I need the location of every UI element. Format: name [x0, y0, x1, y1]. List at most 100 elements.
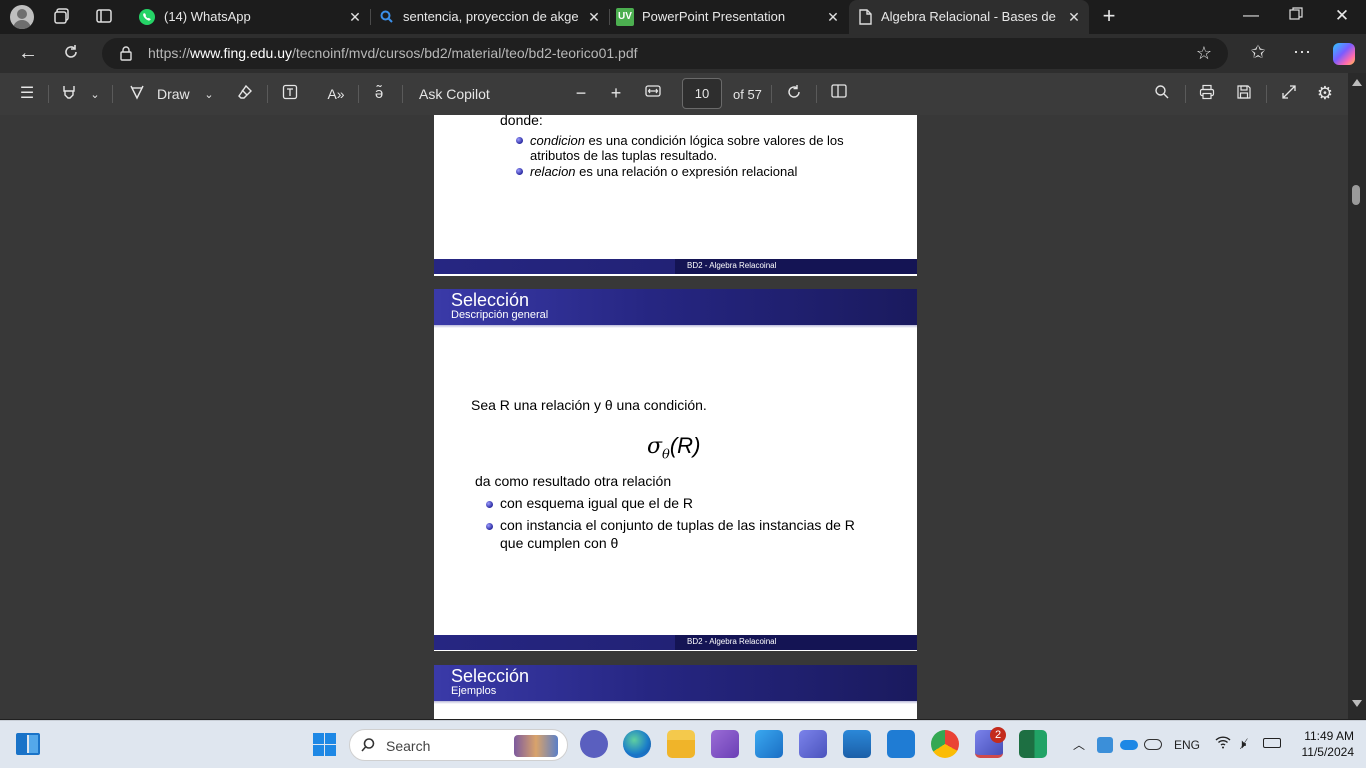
minimize-icon[interactable]: — [1241, 6, 1261, 26]
scroll-up-arrow-icon[interactable] [1352, 79, 1362, 86]
profile-avatar[interactable] [10, 5, 34, 29]
widgets-icon[interactable] [16, 733, 40, 755]
print-icon[interactable] [1197, 84, 1217, 106]
tab-powerpoint[interactable]: UV PowerPoint Presentation ✕ [610, 0, 848, 34]
close-window-icon[interactable]: ✕ [1332, 6, 1352, 26]
tab-label: sentencia, proyeccion de akgebra [403, 9, 579, 24]
clock-time: 11:49 AM [1304, 729, 1354, 743]
settings-gear-icon[interactable]: ⚙ [1315, 83, 1335, 103]
battery-icon[interactable] [1263, 738, 1281, 748]
page-view-icon[interactable] [829, 84, 849, 104]
tab-algebra-relacional[interactable]: Algebra Relacional - Bases de Dat ✕ [849, 0, 1089, 34]
tab-label: PowerPoint Presentation [642, 9, 786, 24]
highlight-icon[interactable] [59, 84, 79, 106]
cloud-icon[interactable] [1144, 739, 1162, 750]
tab-label: (14) WhatsApp [164, 9, 251, 24]
copilot-icon[interactable] [1333, 43, 1355, 65]
text-box-icon[interactable] [280, 84, 300, 106]
more-options-icon[interactable]: ⋯ [1291, 42, 1313, 62]
bullet-icon [486, 523, 493, 530]
draw-label[interactable]: Draw [157, 86, 190, 102]
refresh-icon[interactable] [61, 43, 81, 67]
volume-muted-icon[interactable]: 🕨̸ [1238, 736, 1246, 752]
tab-actions-icon[interactable] [94, 7, 114, 31]
favorite-star-icon[interactable]: ☆ [1194, 43, 1214, 63]
store-icon[interactable] [843, 730, 871, 758]
teams-icon[interactable] [799, 730, 827, 758]
tab-search[interactable]: sentencia, proyeccion de akgebra ✕ [371, 0, 609, 34]
restore-icon[interactable] [1286, 7, 1306, 27]
translate-icon[interactable]: ə̃ [368, 84, 390, 104]
onedrive-icon[interactable] [1120, 740, 1138, 750]
slide-text: con esquema igual que el de R [500, 495, 694, 511]
edge-browser-icon[interactable] [623, 730, 651, 758]
slide-footer: BD2 - Algebra Relacoinal [434, 635, 917, 650]
pdf-viewer: donde: condicion es una condición lógica… [0, 115, 1366, 719]
fullscreen-icon[interactable] [1279, 84, 1299, 106]
find-icon[interactable] [1152, 84, 1172, 106]
chrome-icon[interactable] [931, 730, 959, 758]
page-number-input[interactable]: 10 [682, 78, 722, 109]
slide-header: Selección Descripción general [434, 289, 917, 325]
zoom-in-icon[interactable]: + [606, 83, 626, 103]
search-placeholder: Search [386, 738, 431, 754]
clock[interactable]: 11:49 AM 11/5/2024 [1290, 728, 1355, 760]
language-indicator[interactable]: ENG [1174, 738, 1200, 752]
slide-subtitle: Descripción general [451, 309, 549, 321]
page-count: of 57 [733, 87, 762, 102]
notification-badge: 2 [990, 727, 1006, 743]
close-icon[interactable]: ✕ [1067, 9, 1081, 25]
url-field[interactable]: https://www.fing.edu.uy/tecnoinf/mvd/cur… [102, 38, 1228, 69]
uv-icon: UV [616, 8, 634, 26]
formula: σθ(R) [647, 433, 701, 463]
back-icon[interactable]: ← [18, 43, 38, 63]
clock-date: 11/5/2024 [1301, 745, 1355, 759]
close-icon[interactable]: ✕ [348, 9, 362, 25]
pdf-scrollbar[interactable] [1348, 73, 1366, 719]
fit-page-icon[interactable] [643, 84, 663, 104]
vscode-icon[interactable] [755, 730, 783, 758]
slide-text: relacion es una relación o expresión rel… [530, 164, 798, 179]
favorites-icon[interactable]: ✩ [1247, 42, 1269, 62]
slide-text: que cumplen con θ [500, 535, 619, 551]
lock-icon[interactable] [119, 46, 133, 61]
close-icon[interactable]: ✕ [587, 9, 601, 25]
pdf-page: Selección Descripción general Sea R una … [434, 289, 917, 651]
slide-text: condicion es una condición lógica sobre … [530, 133, 844, 148]
zoom-out-icon[interactable]: − [571, 83, 591, 103]
workspaces-icon[interactable] [52, 7, 72, 31]
close-icon[interactable]: ✕ [826, 9, 840, 25]
slide-text: da como resultado otra relación [475, 473, 672, 489]
tab-strip: (14) WhatsApp ✕ sentencia, proyeccion de… [0, 0, 1366, 34]
address-bar: ← https://www.fing.edu.uy/tecnoinf/mvd/c… [0, 34, 1366, 73]
new-tab-icon[interactable]: + [1099, 5, 1119, 27]
meet-icon[interactable] [580, 730, 608, 758]
pdf-page: Selección Ejemplos [434, 665, 917, 719]
scroll-down-arrow-icon[interactable] [1352, 700, 1362, 707]
bullet-icon [516, 168, 523, 175]
chevron-down-icon[interactable]: ⌄ [202, 85, 216, 105]
start-windows-icon[interactable] [313, 733, 336, 756]
remote-desktop-icon[interactable] [887, 730, 915, 758]
wifi-icon[interactable] [1215, 735, 1231, 752]
search-highlight-icon [514, 735, 558, 757]
taskbar-search[interactable]: Search [349, 729, 568, 761]
eraser-icon[interactable] [235, 84, 255, 106]
ask-copilot-button[interactable]: Ask Copilot [419, 86, 490, 102]
scroll-thumb[interactable] [1352, 185, 1360, 205]
read-aloud-icon[interactable]: A» [325, 84, 347, 104]
chevron-down-icon[interactable]: ⌄ [88, 85, 102, 105]
slide-title: Selección [451, 666, 530, 686]
pdf-page: donde: condicion es una condición lógica… [434, 115, 917, 276]
tab-whatsapp[interactable]: (14) WhatsApp ✕ [130, 0, 370, 34]
rotate-icon[interactable] [784, 84, 804, 106]
save-icon[interactable] [1234, 84, 1254, 106]
visual-studio-icon[interactable] [711, 730, 739, 758]
security-icon[interactable] [1097, 737, 1113, 753]
draw-icon[interactable] [127, 84, 147, 106]
file-explorer-icon[interactable] [667, 730, 695, 758]
show-hidden-icons-icon[interactable]: ︿ [1073, 736, 1085, 753]
slide-text: donde: [500, 115, 543, 128]
contents-list-icon[interactable]: ☰ [17, 84, 37, 104]
excel-icon[interactable] [1019, 730, 1047, 758]
